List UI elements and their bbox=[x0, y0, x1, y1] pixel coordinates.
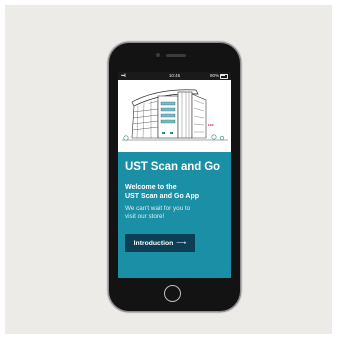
front-camera bbox=[156, 53, 160, 57]
stadium-building-icon bbox=[122, 89, 228, 141]
stadium-illustration bbox=[118, 80, 231, 152]
welcome-panel: UST Scan and Go Welcome to the UST Scan … bbox=[118, 152, 231, 278]
phone-device: •••ll 10:45 80% UST Scan and Go Welcome … bbox=[109, 43, 240, 311]
earpiece-speaker bbox=[166, 54, 186, 57]
introduction-button[interactable]: Introduction ⟶ bbox=[125, 234, 195, 252]
status-bar: •••ll 10:45 80% bbox=[118, 72, 231, 80]
backdrop: •••ll 10:45 80% UST Scan and Go Welcome … bbox=[5, 5, 332, 334]
description-line-1: We can't wait for you to bbox=[125, 205, 191, 212]
welcome-description: We can't wait for you to visit our store… bbox=[125, 205, 229, 220]
introduction-button-label: Introduction bbox=[133, 239, 174, 247]
battery-percent: 80% bbox=[209, 73, 219, 78]
description-line-2: visit our store! bbox=[125, 212, 165, 220]
battery-icon bbox=[220, 73, 228, 79]
welcome-line-1: Welcome to the bbox=[125, 184, 177, 191]
welcome-heading: Welcome to the UST Scan and Go App bbox=[125, 184, 229, 201]
page-title: UST Scan and Go bbox=[125, 161, 220, 173]
welcome-line-2: UST Scan and Go App bbox=[125, 192, 200, 200]
phone-screen: •••ll 10:45 80% UST Scan and Go Welcome … bbox=[118, 72, 231, 278]
home-button[interactable] bbox=[164, 285, 181, 302]
battery-indicator: 80% bbox=[210, 72, 228, 80]
arrow-right-icon: ⟶ bbox=[176, 240, 187, 247]
